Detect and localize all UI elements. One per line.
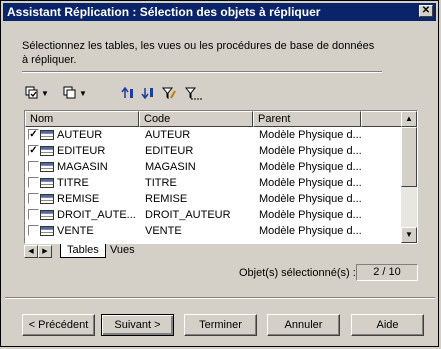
table-row[interactable]: VENTE VENTE Modèle Physique d... — [25, 223, 405, 239]
table-icon — [40, 130, 54, 140]
cell-nom: TITRE — [57, 177, 89, 189]
row-checkbox[interactable] — [28, 209, 39, 220]
table-row[interactable]: TITRE TITRE Modèle Physique d... — [25, 175, 405, 191]
cell-code: MAGASIN — [145, 161, 196, 173]
dropdown-arrow-icon[interactable]: ▼ — [41, 89, 49, 98]
table-icon — [40, 178, 54, 188]
move-down-icon — [141, 88, 153, 100]
back-button[interactable]: < Précédent — [22, 314, 95, 336]
tab-vues[interactable]: Vues — [104, 244, 141, 258]
select-all-icon — [25, 86, 38, 99]
objects-grid[interactable]: Nom Code Parent ✓ AUTEUR AUTEUR Modèle Phys… — [24, 110, 418, 244]
filter-edit-icon — [162, 87, 176, 100]
deselect-button[interactable]: ▼ — [63, 85, 87, 101]
cell-nom: MAGASIN — [57, 161, 108, 173]
column-header-parent[interactable]: Parent — [253, 111, 361, 127]
table-icon — [40, 162, 54, 172]
cell-code: TITRE — [145, 177, 177, 189]
cell-parent: Modèle Physique d... — [259, 193, 362, 205]
table-row[interactable]: MAGASIN MAGASIN Modèle Physique d... — [25, 159, 405, 175]
deselect-icon — [63, 86, 76, 99]
arrow-left-icon: ◀ — [28, 248, 34, 255]
cell-parent: Modèle Physique d... — [259, 177, 362, 189]
tab-tables[interactable]: Tables — [60, 244, 106, 258]
column-header-nom[interactable]: Nom — [25, 111, 139, 127]
cancel-button[interactable]: Annuler — [267, 314, 340, 336]
scroll-down-button[interactable]: ▼ — [401, 227, 417, 243]
tab-scroll-left-button[interactable]: ◀ — [24, 245, 38, 258]
vertical-scrollbar[interactable]: ▲ ▼ — [401, 111, 417, 243]
window-title: Assistant Réplication : Sélection des ob… — [7, 5, 321, 19]
separator — [22, 71, 382, 73]
cell-nom: REMISE — [57, 193, 100, 205]
cell-code: REMISE — [145, 193, 188, 205]
title-bar: Assistant Réplication : Sélection des ob… — [3, 3, 436, 21]
close-icon: ✕ — [421, 5, 431, 16]
cell-nom: AUTEUR — [57, 129, 103, 141]
cell-nom: EDITEUR — [57, 145, 106, 157]
filter-clear-icon — [185, 87, 202, 100]
cell-parent: Modèle Physique d... — [259, 209, 362, 221]
row-checkbox[interactable] — [28, 193, 39, 204]
sheet-tabs-bar: ◀ ▶ Tables Vues — [24, 244, 418, 259]
help-button[interactable]: Aide — [351, 314, 424, 336]
row-checkbox[interactable] — [28, 225, 39, 236]
table-row[interactable]: ✓ EDITEUR EDITEUR Modèle Physique d... — [25, 143, 405, 159]
cell-code: AUTEUR — [145, 129, 191, 141]
cell-parent: Modèle Physique d... — [259, 145, 362, 157]
cell-nom: VENTE — [57, 225, 94, 237]
table-row[interactable]: ✓ AUTEUR AUTEUR Modèle Physique d... — [25, 127, 405, 143]
finish-button[interactable]: Terminer — [184, 314, 257, 336]
row-checkbox[interactable] — [28, 177, 39, 188]
cell-code: VENTE — [145, 225, 182, 237]
move-up-button[interactable] — [121, 85, 135, 101]
table-icon — [40, 146, 54, 156]
row-checkbox[interactable] — [28, 161, 39, 172]
cell-nom: DROIT_AUTE... — [57, 209, 136, 221]
move-down-button[interactable] — [141, 85, 155, 101]
separator — [5, 297, 435, 299]
table-icon — [40, 210, 54, 220]
dropdown-arrow-icon[interactable]: ▼ — [79, 89, 87, 98]
select-all-button[interactable]: ▼ — [25, 85, 49, 101]
horizontal-scroll-area[interactable] — [184, 245, 418, 258]
filter-clear-button[interactable] — [185, 85, 203, 101]
scroll-thumb[interactable] — [401, 127, 417, 187]
row-checkbox[interactable]: ✓ — [28, 145, 39, 156]
arrow-right-icon: ▶ — [42, 248, 48, 255]
close-button[interactable]: ✕ — [419, 5, 433, 17]
table-icon — [40, 226, 54, 236]
cell-parent: Modèle Physique d... — [259, 129, 362, 141]
table-row[interactable]: REMISE REMISE Modèle Physique d... — [25, 191, 405, 207]
move-up-icon — [121, 86, 133, 98]
filter-edit-button[interactable] — [162, 85, 176, 101]
table-row[interactable]: DROIT_AUTE... DROIT_AUTEUR Modèle Physique… — [25, 207, 405, 223]
cell-code: DROIT_AUTEUR — [145, 209, 231, 221]
selected-count-value: 2 / 10 — [356, 264, 418, 281]
table-icon — [40, 194, 54, 204]
tab-scroll-right-button[interactable]: ▶ — [38, 245, 52, 258]
column-header-code[interactable]: Code — [139, 111, 253, 127]
cell-code: EDITEUR — [145, 145, 194, 157]
row-checkbox[interactable]: ✓ — [28, 129, 39, 140]
replication-wizard-window: Assistant Réplication : Sélection des ob… — [0, 0, 439, 347]
instruction-text: Sélectionnez les tables, les vues ou les… — [22, 40, 375, 66]
arrow-down-icon: ▼ — [405, 230, 413, 239]
column-header-filler — [361, 111, 403, 127]
selected-count-label: Objet(s) sélectionné(s) : — [239, 267, 356, 279]
cell-parent: Modèle Physique d... — [259, 225, 362, 237]
scroll-up-button[interactable]: ▲ — [401, 111, 417, 127]
next-button[interactable]: Suivant > — [101, 314, 174, 336]
arrow-up-icon: ▲ — [405, 114, 413, 123]
cell-parent: Modèle Physique d... — [259, 161, 362, 173]
